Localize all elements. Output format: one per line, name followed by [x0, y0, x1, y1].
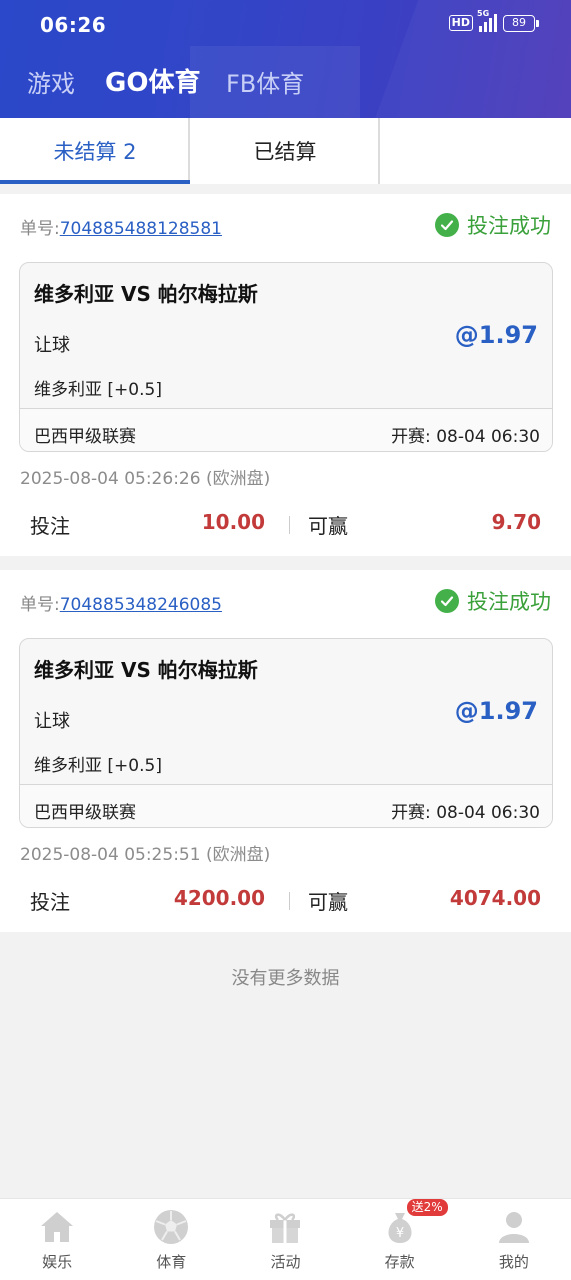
stake-label: 投注 [30, 890, 70, 914]
nav-profile[interactable]: 我的 [457, 1199, 571, 1280]
bet-selection: 维多利亚 [+0.5] [34, 380, 162, 400]
nav-entertainment[interactable]: 娱乐 [0, 1199, 114, 1280]
order-number-link[interactable]: 704885348246085 [60, 595, 222, 615]
divider [289, 892, 290, 910]
tab-settled[interactable]: 已结算 [190, 118, 380, 184]
hd-icon: HD [448, 15, 473, 31]
top-tabs: 游戏 GO体育 FB体育 [0, 60, 571, 106]
status-text: 投注成功 [467, 214, 551, 238]
win-amount: 4074.00 [449, 886, 541, 910]
win-amount: 9.70 [491, 510, 541, 534]
gift-icon [265, 1207, 305, 1247]
tab-fb-sports[interactable]: FB体育 [226, 64, 304, 99]
tab-unsettled[interactable]: 未结算 2 [0, 118, 190, 184]
nav-deposit[interactable]: ¥ 送2% 存款 [343, 1199, 457, 1280]
bet-type: 让球 [34, 335, 70, 356]
bet-detail-footer: 巴西甲级联赛 开赛: 08-04 06:30 [20, 784, 552, 827]
bet-card: 单号:704885348246085 投注成功 维多利亚 VS 帕尔梅拉斯 让球… [0, 570, 571, 932]
tab-games[interactable]: 游戏 [27, 64, 75, 99]
nav-label: 体育 [156, 1253, 187, 1271]
order-label: 单号: [20, 219, 60, 239]
league-name: 巴西甲级联赛 [34, 427, 136, 447]
battery-level: 89 [503, 14, 535, 32]
match-title: 维多利亚 VS 帕尔梅拉斯 [34, 282, 258, 306]
tab-empty [380, 118, 570, 184]
check-circle-icon [435, 589, 459, 613]
nav-label: 活动 [270, 1253, 301, 1271]
nav-label: 娱乐 [42, 1253, 73, 1271]
svg-text:¥: ¥ [396, 1226, 404, 1241]
check-circle-icon [435, 213, 459, 237]
bet-timestamp: 2025-08-04 05:26:26 (欧洲盘) [20, 469, 271, 489]
start-time: 开赛: 08-04 06:30 [391, 803, 540, 823]
order-number-row: 单号:704885488128581 [20, 214, 222, 239]
user-icon [494, 1207, 534, 1247]
home-icon [37, 1207, 77, 1247]
stake-row: 投注 10.00 可赢 9.70 [0, 502, 571, 542]
nav-activities[interactable]: 活动 [228, 1199, 342, 1280]
divider [289, 516, 290, 534]
start-time: 开赛: 08-04 06:30 [391, 427, 540, 447]
bet-detail-footer: 巴西甲级联赛 开赛: 08-04 06:30 [20, 408, 552, 451]
bet-status: 投注成功 [435, 210, 551, 240]
nav-sports[interactable]: 体育 [114, 1199, 228, 1280]
win-label: 可赢 [308, 514, 348, 538]
status-time: 06:26 [40, 13, 107, 37]
status-icons: HD 5G 89 [448, 9, 539, 32]
bet-type: 让球 [34, 711, 70, 732]
bet-selection: 维多利亚 [+0.5] [34, 756, 162, 776]
bet-card: 单号:704885488128581 投注成功 维多利亚 VS 帕尔梅拉斯 让球… [0, 194, 571, 556]
bet-timestamp: 2025-08-04 05:25:51 (欧洲盘) [20, 845, 271, 865]
stake-row: 投注 4200.00 可赢 4074.00 [0, 878, 571, 918]
order-number-link[interactable]: 704885488128581 [60, 219, 222, 239]
stake-label: 投注 [30, 514, 70, 538]
stake-amount: 4200.00 [173, 886, 265, 910]
odds-value: @1.97 [454, 697, 538, 725]
league-name: 巴西甲级联赛 [34, 803, 136, 823]
nav-label: 存款 [384, 1253, 415, 1271]
tab-unsettled-label: 未结算 2 [53, 140, 137, 164]
soccer-ball-icon [151, 1207, 191, 1247]
odds-value: @1.97 [454, 321, 538, 349]
tab-go-sports[interactable]: GO体育 [105, 62, 200, 99]
network-type: 5G [477, 9, 490, 18]
order-number-row: 单号:704885348246085 [20, 590, 222, 615]
promo-badge: 送2% [406, 1199, 448, 1216]
battery-icon: 89 [503, 14, 539, 32]
win-label: 可赢 [308, 890, 348, 914]
order-label: 单号: [20, 595, 60, 615]
app-header: 06:26 HD 5G 89 游戏 GO体育 FB体育 [0, 0, 571, 118]
settlement-tabs: 未结算 2 已结算 [0, 118, 571, 184]
match-title: 维多利亚 VS 帕尔梅拉斯 [34, 658, 258, 682]
signal-icon: 5G [477, 9, 497, 32]
bet-detail-box[interactable]: 维多利亚 VS 帕尔梅拉斯 让球 @1.97 维多利亚 [+0.5] 巴西甲级联… [19, 262, 553, 452]
bottom-nav: 娱乐 体育 活动 ¥ 送2% 存款 我的 [0, 1198, 571, 1280]
tab-settled-label: 已结算 [253, 140, 317, 164]
no-more-data: 没有更多数据 [231, 968, 340, 989]
bet-detail-box[interactable]: 维多利亚 VS 帕尔梅拉斯 让球 @1.97 维多利亚 [+0.5] 巴西甲级联… [19, 638, 553, 828]
stake-amount: 10.00 [201, 510, 265, 534]
bet-status: 投注成功 [435, 586, 551, 616]
status-text: 投注成功 [467, 590, 551, 614]
nav-label: 我的 [498, 1253, 529, 1271]
